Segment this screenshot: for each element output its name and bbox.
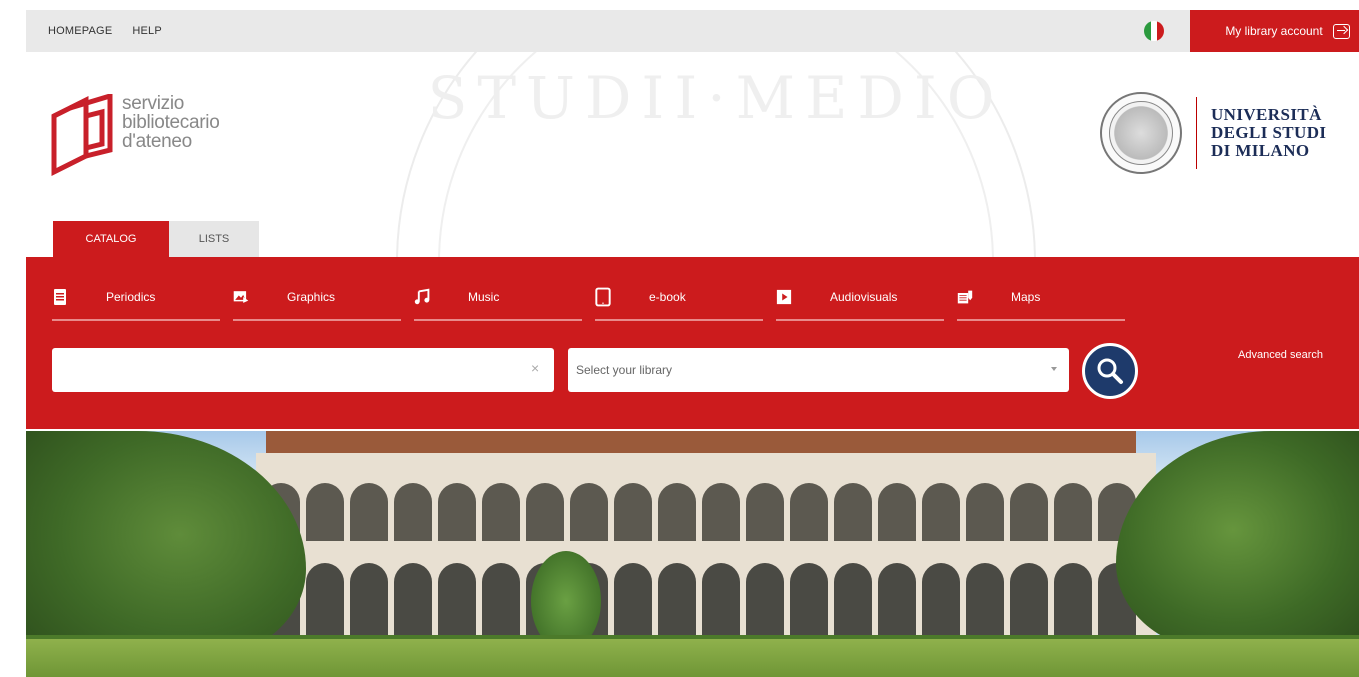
category-graphics[interactable]: Graphics	[233, 273, 401, 321]
film-icon	[776, 288, 792, 306]
watermark-lettering: STUDII·MEDIO	[427, 64, 1005, 132]
category-ebook[interactable]: e-book	[595, 273, 763, 321]
periodical-icon	[52, 288, 68, 306]
category-label: Periodics	[106, 290, 156, 304]
university-line: UNIVERSITÀ	[1211, 105, 1322, 124]
search-icon	[1097, 358, 1123, 384]
category-label: Maps	[1011, 290, 1041, 304]
search-panel: Periodics Graphics Music e-book Audiovis…	[26, 257, 1359, 429]
map-icon	[957, 288, 973, 306]
category-audiovisuals[interactable]: Audiovisuals	[776, 273, 944, 321]
university-seal-watermark: STUDII·MEDIO	[396, 52, 1036, 257]
chevron-down-icon	[1051, 367, 1057, 371]
logo-line: bibliotecario	[122, 112, 220, 133]
logo-line: servizio	[122, 93, 185, 114]
university-line: DEGLI STUDI	[1211, 123, 1327, 142]
clear-search-icon[interactable]: ×	[531, 360, 539, 376]
logo-line: d'ateneo	[122, 131, 192, 152]
library-select[interactable]: Select your library	[568, 348, 1069, 392]
sba-logo[interactable]: servizio bibliotecario d'ateneo	[50, 94, 220, 180]
material-categories: Periodics Graphics Music e-book Audiovis…	[52, 273, 1138, 321]
music-note-icon	[414, 288, 430, 306]
italian-flag-icon[interactable]	[1144, 21, 1164, 41]
category-periodics[interactable]: Periodics	[52, 273, 220, 321]
category-maps[interactable]: Maps	[957, 273, 1125, 321]
image-icon	[233, 288, 249, 306]
tab-catalog[interactable]: CATALOG	[53, 221, 169, 257]
sba-logo-text: servizio bibliotecario d'ateneo	[122, 94, 220, 151]
login-icon	[1332, 23, 1350, 39]
university-line: DI MILANO	[1211, 141, 1310, 160]
university-courtyard-photo	[26, 431, 1359, 677]
search-input[interactable]	[52, 348, 554, 392]
category-label: Graphics	[287, 290, 336, 304]
category-label: Audiovisuals	[830, 290, 898, 304]
category-label: Music	[468, 290, 500, 304]
category-label: e-book	[649, 290, 686, 304]
book-logo-icon	[51, 94, 113, 177]
tab-lists[interactable]: LISTS	[169, 221, 259, 257]
advanced-search-link[interactable]: Advanced search	[1238, 349, 1323, 361]
help-link[interactable]: HELP	[132, 25, 162, 37]
tablet-icon	[595, 287, 611, 307]
university-name: UNIVERSITÀ DEGLI STUDI DI MILANO	[1211, 106, 1326, 160]
account-button-label: My library account	[1225, 24, 1323, 38]
university-seal-icon	[1100, 92, 1182, 174]
header: STUDII·MEDIO servizio bibliotecario d'at…	[26, 52, 1359, 257]
top-bar: HOMEPAGE HELP My library account	[26, 10, 1359, 52]
homepage-link[interactable]: HOMEPAGE	[48, 25, 112, 37]
catalog-tabs: CATALOG LISTS	[53, 221, 259, 257]
library-select-value: Select your library	[576, 363, 673, 377]
search-button[interactable]	[1082, 343, 1138, 399]
my-library-account-button[interactable]: My library account	[1190, 10, 1359, 52]
category-music[interactable]: Music	[414, 273, 582, 321]
logo-divider	[1196, 97, 1197, 169]
university-logo[interactable]: UNIVERSITÀ DEGLI STUDI DI MILANO	[1100, 92, 1326, 174]
